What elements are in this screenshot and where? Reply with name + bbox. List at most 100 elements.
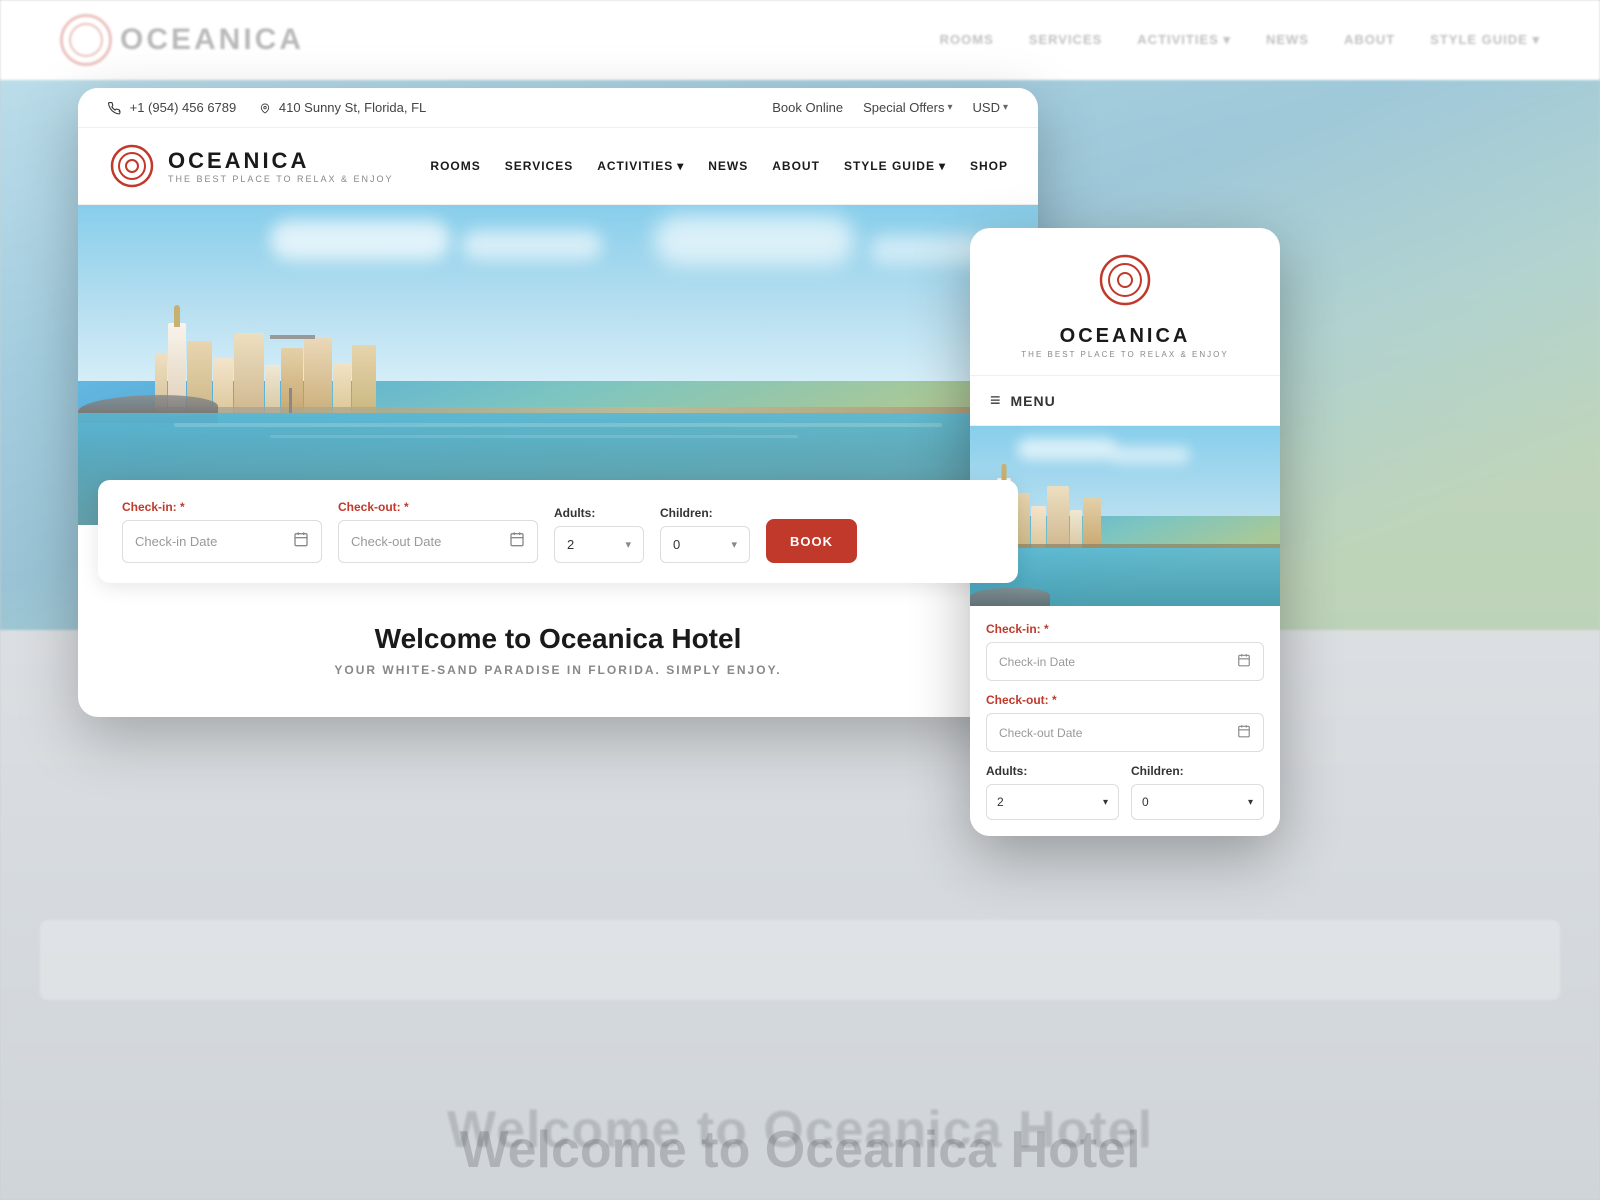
mobile-selects-row: Adults: 2 ▾ Children: 0 ▾	[986, 764, 1264, 820]
bg-nav-about: ABOUT	[1344, 32, 1395, 48]
nav-services[interactable]: SERVICES	[505, 159, 573, 173]
mobile-checkin-required: *	[1041, 622, 1049, 636]
bg-nav-rooms: ROOMS	[940, 32, 994, 48]
bg-logo-ring	[60, 14, 112, 66]
mobile-children-label: Children:	[1131, 764, 1264, 778]
building-5	[265, 365, 280, 413]
mobile-children-select[interactable]: 0 ▾	[1131, 784, 1264, 820]
logo-name: OCEANICA	[168, 148, 394, 174]
nav-styleguide[interactable]: STYLE GUIDE ▾	[844, 159, 946, 173]
checkout-required: *	[401, 500, 409, 514]
desktop-nav: ROOMS SERVICES ACTIVITIES ▾ NEWS ABOUT S…	[430, 159, 1008, 173]
bg-bottom-booking-bar	[40, 920, 1560, 1000]
logo-text-block: OCEANICA THE BEST PLACE TO RELAX & ENJOY	[168, 148, 394, 184]
checkin-field: Check-in: * Check-in Date	[122, 500, 322, 563]
mobile-adults-chevron: ▾	[1103, 797, 1108, 808]
mobile-rocks	[970, 588, 1050, 606]
mobile-adults-group: Adults: 2 ▾	[986, 764, 1119, 820]
address-info: 410 Sunny St, Florida, FL	[260, 100, 426, 115]
mobile-checkout-label: Check-out: *	[986, 693, 1264, 707]
booking-bar: Check-in: * Check-in Date Check-out: * C…	[98, 480, 1018, 583]
building-9	[352, 345, 376, 413]
mobile-cloud-2	[1110, 446, 1190, 464]
checkout-input[interactable]: Check-out Date	[338, 520, 538, 563]
checkout-calendar-icon	[509, 531, 525, 552]
mobile-adults-select[interactable]: 2 ▾	[986, 784, 1119, 820]
page-bottom-welcome: Welcome to Oceanica Hotel	[0, 1120, 1600, 1180]
bottom-welcome-title: Welcome to Oceanica Hotel	[0, 1120, 1600, 1180]
mobile-checkin-calendar-icon	[1237, 653, 1251, 670]
bg-nav-activities: ACTIVITIES ▾	[1137, 32, 1231, 48]
mobile-menu-bar[interactable]: ≡ MENU	[970, 376, 1280, 426]
bg-nav-news: NEWS	[1266, 32, 1309, 48]
topbar-left: +1 (954) 456 6789 410 Sunny St, Florida,…	[108, 100, 426, 115]
bg-nav-links: ROOMS SERVICES ACTIVITIES ▾ NEWS ABOUT S…	[940, 32, 1540, 48]
mobile-checkout-input[interactable]: Check-out Date	[986, 713, 1264, 752]
book-online-link[interactable]: Book Online	[772, 100, 843, 115]
currency-chevron: ▾	[1003, 102, 1008, 113]
special-offers-chevron: ▾	[947, 102, 952, 113]
mobile-booking-form: Check-in: * Check-in Date Check-out: * C…	[970, 606, 1280, 836]
bg-nav-services: SERVICES	[1029, 32, 1103, 48]
mobile-children-group: Children: 0 ▾	[1131, 764, 1264, 820]
book-now-button[interactable]: BOOK	[766, 519, 857, 563]
building-7	[304, 338, 332, 413]
desktop-navbar: OCEANICA THE BEST PLACE TO RELAX & ENJOY…	[78, 128, 1038, 205]
mobile-checkin-input[interactable]: Check-in Date	[986, 642, 1264, 681]
bg-nav-styleguide: STYLE GUIDE ▾	[1430, 32, 1540, 48]
adults-chevron: ▾	[625, 538, 631, 551]
adults-field: Adults: 2 ▾	[554, 506, 644, 563]
nav-news[interactable]: NEWS	[708, 159, 748, 173]
logo-svg	[108, 142, 156, 190]
bg-top-nav: OCEANICA ROOMS SERVICES ACTIVITIES ▾ NEW…	[0, 0, 1600, 80]
checkin-calendar-icon	[293, 531, 309, 552]
mobile-adults-label: Adults:	[986, 764, 1119, 778]
topbar-right: Book Online Special Offers ▾ USD ▾	[772, 100, 1008, 115]
mobile-checkout-required: *	[1049, 693, 1057, 707]
cloud-3	[654, 215, 854, 265]
checkin-input[interactable]: Check-in Date	[122, 520, 322, 563]
mobile-logo-svg	[1097, 252, 1153, 308]
children-select[interactable]: 0 ▾	[660, 526, 750, 563]
pier-pole	[289, 388, 292, 413]
children-field: Children: 0 ▾	[660, 506, 750, 563]
mobile-menu-label: MENU	[1011, 393, 1056, 409]
cloud-2	[462, 230, 602, 260]
nav-activities[interactable]: ACTIVITIES ▾	[597, 159, 684, 173]
children-chevron: ▾	[731, 538, 737, 551]
location-icon	[260, 102, 270, 115]
mobile-checkout-calendar-icon	[1237, 724, 1251, 741]
mobile-cloud-1	[1017, 438, 1117, 460]
phone-icon	[108, 102, 121, 115]
welcome-title: Welcome to Oceanica Hotel	[108, 623, 1008, 655]
welcome-subtitle: YOUR WHITE-SAND PARADISE IN FLORIDA. SIM…	[108, 663, 1008, 677]
styleguide-chevron: ▾	[939, 159, 946, 173]
mobile-checkin-label: Check-in: *	[986, 622, 1264, 636]
checkout-label: Check-out: *	[338, 500, 538, 514]
hamburger-icon: ≡	[990, 390, 1001, 411]
building-8	[333, 363, 351, 413]
currency-dropdown[interactable]: USD ▾	[973, 100, 1008, 115]
logo-tagline: THE BEST PLACE TO RELAX & ENJOY	[168, 174, 394, 184]
mobile-logo-tagline: THE BEST PLACE TO RELAX & ENJOY	[990, 350, 1260, 359]
checkout-field: Check-out: * Check-out Date	[338, 500, 538, 563]
activities-chevron: ▾	[677, 159, 684, 173]
adults-label: Adults:	[554, 506, 644, 520]
nav-rooms[interactable]: ROOMS	[430, 159, 480, 173]
mobile-header: OCEANICA THE BEST PLACE TO RELAX & ENJOY	[970, 228, 1280, 376]
nav-about[interactable]: ABOUT	[772, 159, 820, 173]
checkin-required: *	[177, 500, 185, 514]
desktop-card: +1 (954) 456 6789 410 Sunny St, Florida,…	[78, 88, 1038, 717]
adults-select[interactable]: 2 ▾	[554, 526, 644, 563]
desktop-hero-image	[78, 205, 1038, 525]
desktop-logo: OCEANICA THE BEST PLACE TO RELAX & ENJOY	[108, 142, 394, 190]
phone-info: +1 (954) 456 6789	[108, 100, 236, 115]
cloud-1	[270, 220, 450, 260]
nav-shop[interactable]: SHOP	[970, 159, 1008, 173]
pier-arm	[270, 335, 315, 339]
building-4	[234, 333, 264, 413]
checkin-label: Check-in: *	[122, 500, 322, 514]
mobile-logo-name: OCEANICA	[990, 325, 1260, 348]
mobile-children-chevron: ▾	[1248, 797, 1253, 808]
special-offers-dropdown[interactable]: Special Offers ▾	[863, 100, 952, 115]
